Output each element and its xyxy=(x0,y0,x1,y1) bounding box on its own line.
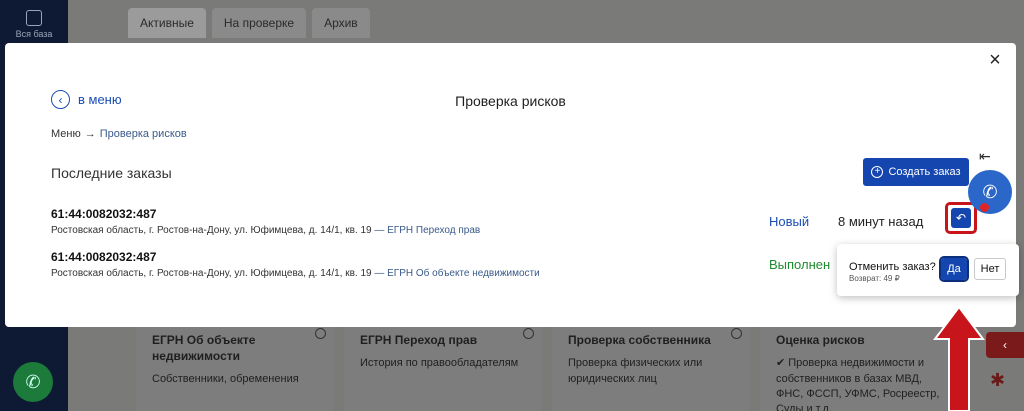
tab-active[interactable]: Активные xyxy=(128,8,206,38)
close-icon[interactable]: × xyxy=(986,50,1004,70)
tab-in-review[interactable]: На проверке xyxy=(211,8,307,38)
service-card-desc: История по правообладателям xyxy=(360,357,519,370)
service-card-title: ЕГРН Об объекте недвижимости xyxy=(152,333,256,364)
bug-report-icon[interactable]: ✱ xyxy=(990,370,1014,394)
cancel-order-popover: Отменить заказ? Возврат: 49 ₽ Да Нет xyxy=(837,244,1019,296)
plus-icon: + xyxy=(871,166,884,178)
radio-icon xyxy=(315,328,326,339)
service-card[interactable]: ЕГРН Переход прав История по правооблада… xyxy=(344,322,542,411)
create-order-label: Создать заказ xyxy=(888,166,961,178)
service-card[interactable]: ЕГРН Об объекте недвижимости Собственник… xyxy=(136,322,334,411)
service-cards: ЕГРН Об объекте недвижимости Собственник… xyxy=(136,322,958,411)
order-number: 61:44:0082032:487 xyxy=(51,207,157,221)
order-time: 8 минут назад xyxy=(838,214,924,229)
order-tabs: Активные На проверке Архив xyxy=(128,8,370,38)
service-card[interactable]: Проверка собственника Проверка физически… xyxy=(552,322,750,411)
service-card-title: ЕГРН Переход прав xyxy=(360,333,478,347)
confirm-no-button[interactable]: Нет xyxy=(974,258,1006,280)
sidebar-item-all-base[interactable]: Вся база xyxy=(0,0,68,48)
order-status: Новый xyxy=(769,214,810,229)
cancel-question: Отменить заказ? xyxy=(849,261,936,273)
radio-icon xyxy=(523,328,534,339)
phone-icon[interactable]: ✆ xyxy=(968,170,1012,214)
service-card-title: Проверка собственника xyxy=(568,333,711,347)
breadcrumb-current: Проверка рисков xyxy=(99,128,187,140)
order-address: Ростовская область, г. Ростов-на-Дону, у… xyxy=(51,268,372,279)
order-row: 61:44:0082032:487 Ростовская область, г.… xyxy=(51,250,540,279)
order-service: — ЕГРН Об объекте недвижимости xyxy=(371,268,540,279)
breadcrumb-separator: → xyxy=(84,128,96,140)
highlight-frame xyxy=(945,202,977,234)
breadcrumb-root[interactable]: Меню xyxy=(51,128,81,140)
radio-icon xyxy=(731,328,742,339)
order-status: Выполнен xyxy=(769,257,831,272)
whatsapp-icon[interactable]: ✆ xyxy=(13,362,53,402)
service-card-desc: Собственники, обременения xyxy=(152,373,299,386)
create-order-button[interactable]: + Создать заказ xyxy=(863,158,969,186)
database-search-icon xyxy=(26,9,42,26)
order-address: Ростовская область, г. Ростов-на-Дону, у… xyxy=(51,225,372,236)
breadcrumb: Меню → Проверка рисков xyxy=(51,128,187,140)
collapse-panel-button[interactable]: ‹ xyxy=(986,332,1024,358)
order-address-line: Ростовская область, г. Ростов-на-Дону, у… xyxy=(51,268,540,279)
sidebar-item-label: Вся база xyxy=(15,28,53,39)
modal-title: Проверка рисков xyxy=(455,93,566,109)
refund-amount: Возврат: 49 ₽ xyxy=(849,274,900,283)
service-card-desc: Проверка физических или юридических лиц xyxy=(568,357,703,385)
order-number: 61:44:0082032:487 xyxy=(51,250,157,264)
order-address-line: Ростовская область, г. Ростов-на-Дону, у… xyxy=(51,225,480,236)
order-service: — ЕГРН Переход прав xyxy=(371,225,481,236)
service-card-title: Оценка рисков xyxy=(776,333,865,347)
tab-archive[interactable]: Архив xyxy=(312,8,370,38)
annotation-arrow-up-icon xyxy=(933,305,985,411)
section-title: Последние заказы xyxy=(51,165,172,181)
confirm-yes-button[interactable]: Да xyxy=(939,256,969,282)
dock-icon[interactable]: ⇤ xyxy=(979,148,999,166)
notification-dot xyxy=(980,203,989,212)
order-row: 61:44:0082032:487 Ростовская область, г.… xyxy=(51,207,480,236)
service-card-desc: ✔ Проверка недвижимости и собственников … xyxy=(776,357,940,411)
service-card[interactable]: Оценка рисков ✔ Проверка недвижимости и … xyxy=(760,322,958,411)
